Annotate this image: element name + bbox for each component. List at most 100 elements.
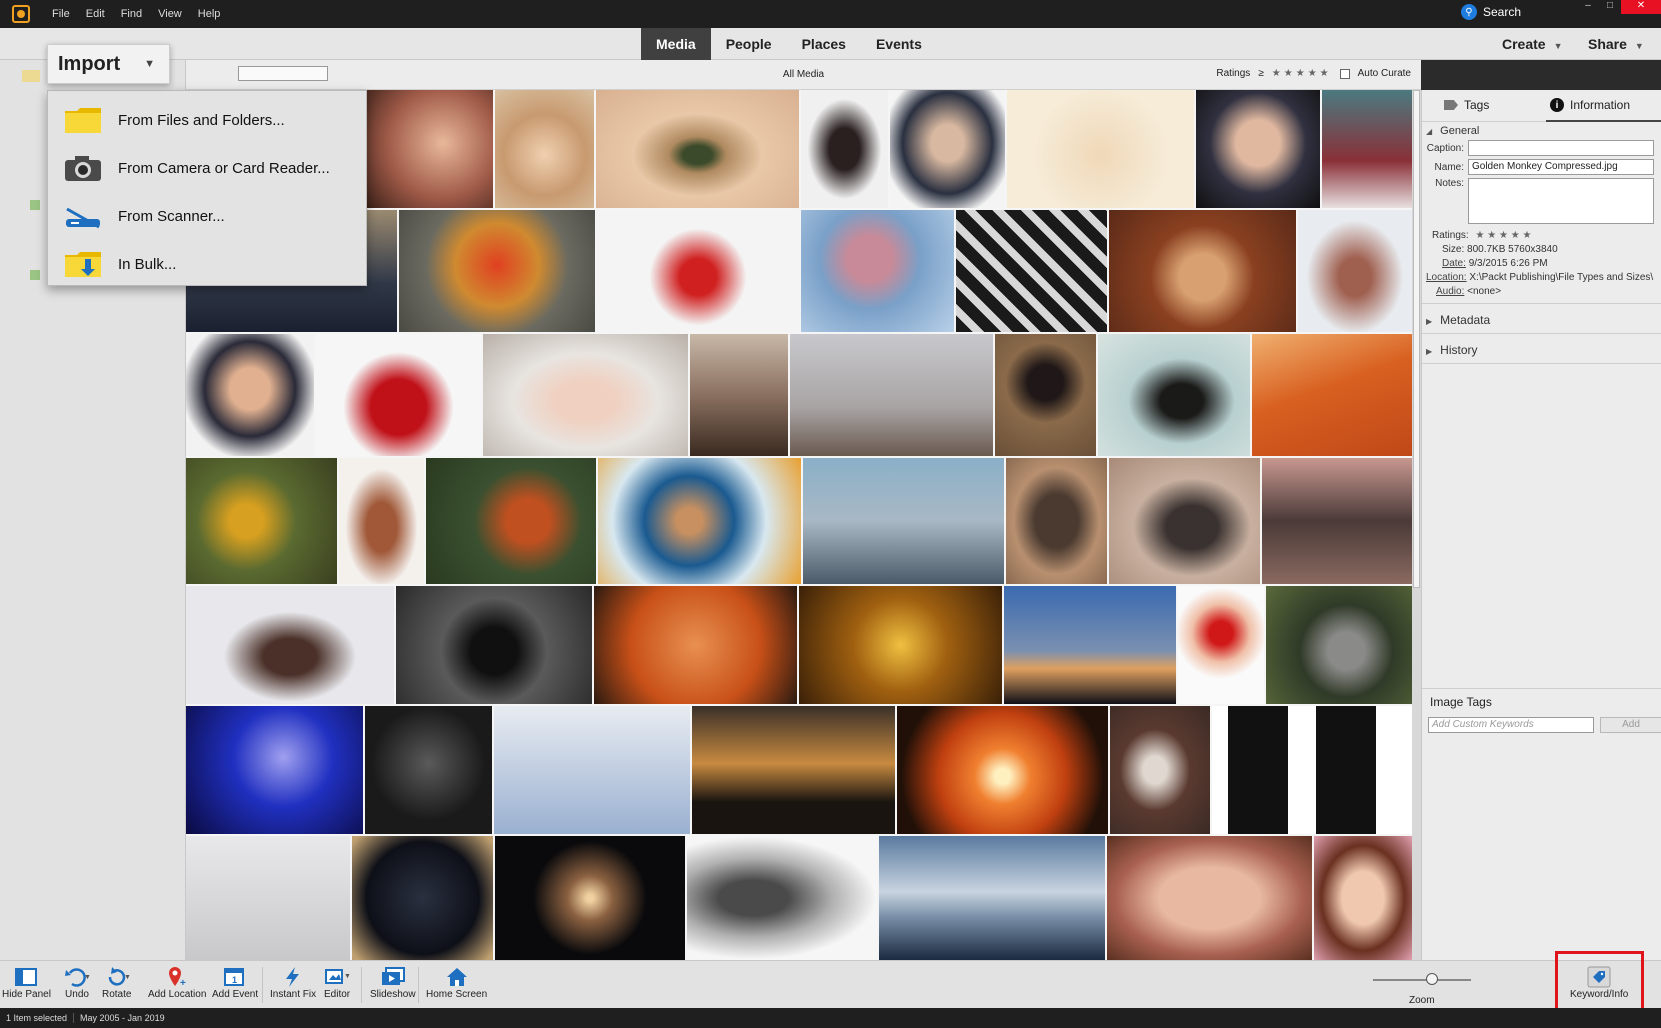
thumbnail[interactable] — [1098, 334, 1250, 456]
tab-events[interactable]: Events — [861, 28, 937, 60]
menu-find[interactable]: Find — [113, 8, 150, 20]
create-button[interactable]: Create ▼ — [1502, 28, 1563, 62]
thumbnail[interactable] — [426, 458, 596, 584]
tab-media[interactable]: Media — [641, 28, 711, 60]
thumbnail[interactable] — [352, 836, 493, 960]
thumbnail[interactable] — [801, 210, 954, 332]
thumbnail[interactable] — [801, 90, 888, 208]
thumbnail[interactable] — [1178, 586, 1264, 704]
grid-scrollbar[interactable] — [1412, 90, 1421, 960]
add-location-button[interactable]: + Add Location — [148, 965, 206, 1000]
thumbnail[interactable] — [1212, 706, 1412, 834]
thumbnail[interactable] — [596, 90, 799, 208]
thumbnail[interactable] — [879, 836, 1105, 960]
thumbnail[interactable] — [365, 706, 492, 834]
scrollbar-thumb[interactable] — [1413, 90, 1420, 588]
auto-curate-checkbox[interactable] — [1339, 68, 1350, 79]
thumbnail[interactable] — [1109, 210, 1296, 332]
zoom-slider[interactable] — [1373, 973, 1471, 985]
slideshow-button[interactable]: Slideshow — [370, 965, 416, 1000]
date-label[interactable]: Date: — [1442, 258, 1466, 269]
thumbnail[interactable] — [1262, 458, 1412, 584]
ratings-stars[interactable]: ★★★★★ — [1272, 68, 1332, 79]
minimize-icon[interactable]: – — [1577, 0, 1599, 14]
menu-file[interactable]: File — [44, 8, 78, 20]
thumbnail[interactable] — [1004, 586, 1176, 704]
share-button[interactable]: Share ▼ — [1588, 28, 1644, 62]
restore-icon[interactable]: □ — [1599, 0, 1621, 14]
thumbnail[interactable] — [1110, 706, 1210, 834]
import-button[interactable]: Import ▼ — [47, 44, 170, 84]
menu-view[interactable]: View — [150, 8, 190, 20]
thumbnail[interactable] — [897, 706, 1108, 834]
thumbnail[interactable] — [995, 334, 1096, 456]
rotate-button[interactable]: ▼ Rotate — [102, 965, 131, 1000]
add-event-button[interactable]: 1 Add Event — [212, 965, 258, 1000]
thumbnail[interactable] — [483, 334, 688, 456]
thumbnail[interactable] — [186, 706, 363, 834]
undo-button[interactable]: ▼ Undo — [64, 965, 90, 1000]
menu-edit[interactable]: Edit — [78, 8, 113, 20]
thumbnail[interactable] — [186, 836, 350, 960]
thumbnail[interactable] — [1107, 836, 1312, 960]
thumbnail[interactable] — [956, 210, 1107, 332]
thumbnail[interactable] — [1322, 90, 1412, 208]
thumbnail[interactable] — [692, 706, 895, 834]
thumbnail[interactable] — [1314, 836, 1412, 960]
thumbnail[interactable] — [339, 458, 424, 584]
thumbnail[interactable] — [186, 458, 337, 584]
zoom-slider-handle[interactable] — [1425, 973, 1438, 985]
thumbnail[interactable] — [1252, 334, 1412, 456]
tab-information[interactable]: i Information — [1550, 98, 1630, 112]
tab-tags[interactable]: Tags — [1444, 98, 1489, 112]
import-from-camera-item[interactable]: From Camera or Card Reader... — [48, 144, 368, 192]
thumbnail[interactable] — [803, 458, 1004, 584]
add-keyword-button[interactable]: Add — [1600, 717, 1661, 733]
thumbnail[interactable] — [790, 334, 993, 456]
import-in-bulk-item[interactable]: In Bulk... — [48, 240, 368, 288]
name-field[interactable]: Golden Monkey Compressed.jpg — [1468, 159, 1654, 175]
thumbnail[interactable] — [495, 90, 594, 208]
search-button[interactable]: ⚲ Search — [1460, 4, 1521, 20]
audio-label[interactable]: Audio: — [1436, 286, 1464, 297]
tab-places[interactable]: Places — [787, 28, 861, 60]
notes-field[interactable] — [1468, 178, 1654, 224]
thumbnail[interactable] — [597, 210, 799, 332]
ratings-stars[interactable]: ★ ★ ★ ★ ★ — [1475, 230, 1531, 241]
thumbnail[interactable] — [1298, 210, 1412, 332]
thumbnail[interactable] — [690, 334, 788, 456]
thumbnail[interactable] — [495, 836, 685, 960]
import-from-files-item[interactable]: From Files and Folders... — [48, 96, 368, 144]
instant-fix-button[interactable]: Instant Fix — [270, 965, 316, 1000]
thumbnail[interactable] — [594, 586, 797, 704]
hide-panel-button[interactable]: Hide Panel — [2, 965, 51, 1000]
home-screen-button[interactable]: Home Screen — [426, 965, 487, 1000]
thumbnail[interactable] — [494, 706, 690, 834]
thumbnail[interactable] — [367, 90, 493, 208]
caption-field[interactable] — [1468, 140, 1654, 156]
menu-help[interactable]: Help — [190, 8, 229, 20]
thumbnail[interactable] — [186, 586, 394, 704]
location-label[interactable]: Location: — [1426, 272, 1467, 283]
general-section-toggle[interactable]: ◢ General — [1422, 122, 1661, 137]
thumbnail[interactable] — [316, 334, 481, 456]
thumbnail[interactable] — [186, 334, 314, 456]
thumbnail[interactable] — [1007, 90, 1194, 208]
import-from-scanner-item[interactable]: From Scanner... — [48, 192, 368, 240]
thumbnail[interactable] — [890, 90, 1005, 208]
thumbnail[interactable] — [1006, 458, 1107, 584]
history-section-toggle[interactable]: ▶ History — [1422, 340, 1661, 357]
thumbnail[interactable] — [1266, 586, 1412, 704]
thumbnail[interactable] — [1196, 90, 1320, 208]
thumbnail[interactable] — [598, 458, 801, 584]
close-icon[interactable]: ✕ — [1621, 0, 1661, 14]
thumbnail[interactable] — [1109, 458, 1260, 584]
thumbnail[interactable] — [799, 586, 1002, 704]
editor-button[interactable]: ▼ Editor — [324, 965, 350, 1000]
thumbnail[interactable] — [687, 836, 877, 960]
thumbnail[interactable] — [396, 586, 592, 704]
custom-keywords-input[interactable]: Add Custom Keywords — [1428, 717, 1594, 733]
keyword-info-button[interactable]: Keyword/Info — [1570, 965, 1628, 1000]
metadata-section-toggle[interactable]: ▶ Metadata — [1422, 310, 1661, 327]
thumbnail[interactable] — [399, 210, 595, 332]
